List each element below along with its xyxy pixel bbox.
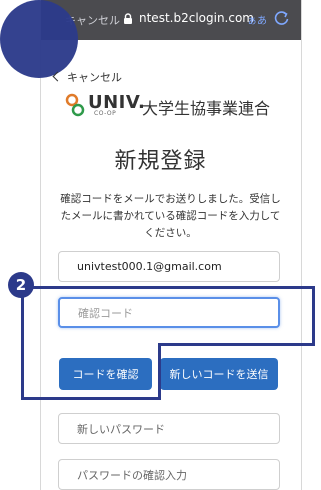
univ-coop-logo: UNIV. CO-OP 大学生協事業連合: [64, 92, 282, 118]
logo-coop-text: CO-OP: [94, 110, 117, 117]
logo-org-name: 大学生協事業連合: [142, 99, 271, 118]
resend-code-button[interactable]: 新しいコードを送信: [160, 358, 278, 390]
coop-logo-icon: [65, 93, 85, 117]
page-title: 新規登録: [114, 149, 207, 174]
back-link[interactable]: キャンセル: [52, 69, 122, 85]
chevron-left-icon: [52, 71, 63, 82]
reload-icon[interactable]: [273, 9, 291, 27]
annotation-frame-connector: [158, 343, 315, 346]
text-size-button[interactable]: ぁあ: [247, 12, 267, 27]
instruction-text: 確認コードをメールでお送りしました。受信したメールに書かれている確認コードを入力…: [60, 193, 281, 239]
new-password-input[interactable]: 新しいパスワード: [58, 413, 280, 444]
url-host[interactable]: ntest.b2clogin.com: [139, 11, 254, 25]
lock-icon: [124, 13, 132, 24]
email-field[interactable]: univtest000.1@gmail.com: [58, 251, 280, 282]
annotation-circle-overlay: [0, 0, 78, 78]
annotation-frame-top: [21, 286, 315, 346]
browser-url-bar: キャンセル ntest.b2clogin.com ぁあ: [41, 0, 301, 40]
back-link-label: キャンセル: [67, 71, 122, 84]
annotation-frame-bottom: [21, 344, 161, 400]
confirm-password-input[interactable]: パスワードの確認入力: [58, 459, 280, 490]
step-number-badge: 2: [8, 272, 34, 298]
